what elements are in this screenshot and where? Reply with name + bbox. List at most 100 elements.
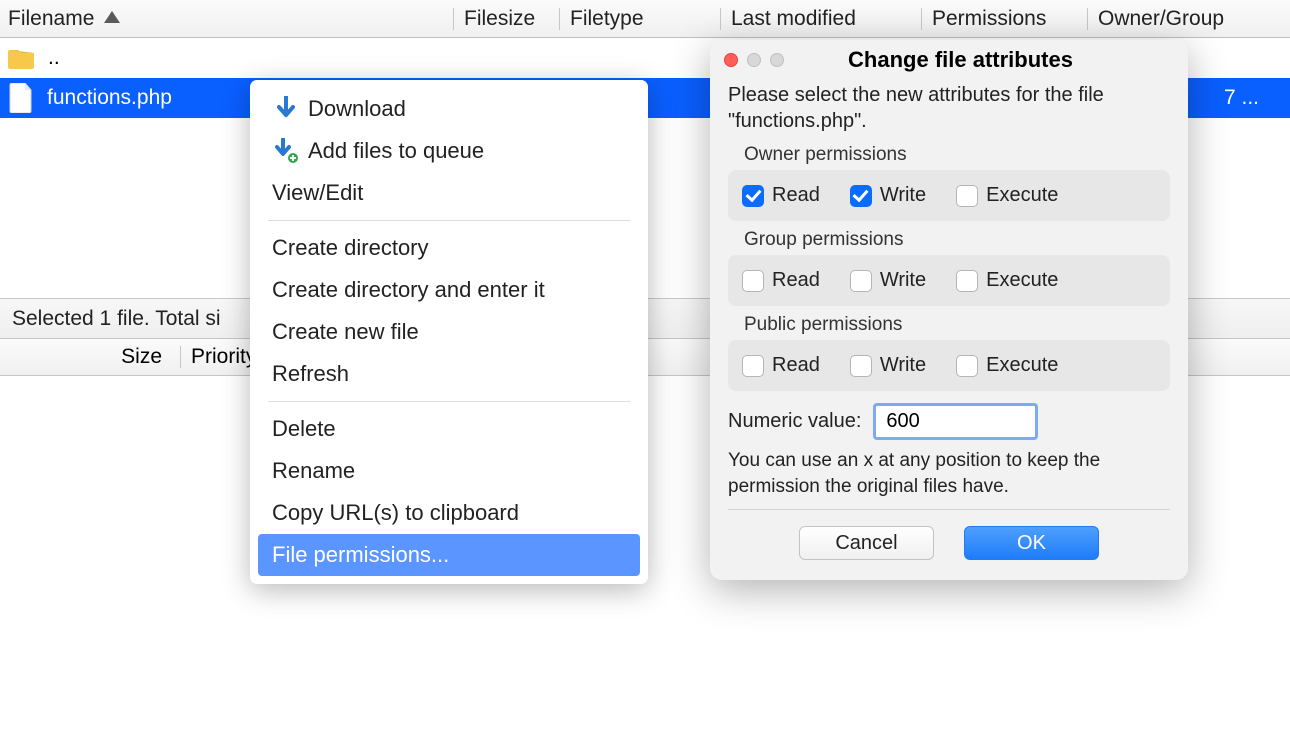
file-icon	[9, 83, 33, 113]
col-queue-size-label: Size	[121, 345, 162, 368]
menu-delete-label: Delete	[272, 416, 336, 442]
menu-create-file[interactable]: Create new file	[258, 311, 640, 353]
menu-refresh-label: Refresh	[272, 361, 349, 387]
download-arrow-icon	[272, 96, 300, 122]
file-attributes-dialog: Change file attributes Please select the…	[710, 40, 1188, 580]
public-permissions-label: Public permissions	[744, 314, 1170, 336]
menu-create-file-label: Create new file	[272, 319, 419, 345]
checkbox-label: Execute	[986, 354, 1058, 377]
file-row-owner: 7 ...	[1224, 86, 1289, 110]
public-write-checkbox[interactable]: Write	[850, 354, 926, 377]
checkbox-icon	[956, 185, 978, 207]
col-permissions[interactable]: Permissions	[932, 7, 1077, 31]
ok-button[interactable]: OK	[964, 526, 1099, 560]
menu-create-dir-label: Create directory	[272, 235, 429, 261]
public-read-checkbox[interactable]: Read	[742, 354, 820, 377]
dialog-separator	[728, 509, 1170, 510]
menu-copy-url-label: Copy URL(s) to clipboard	[272, 500, 519, 526]
col-filename-label: Filename	[8, 7, 94, 31]
public-permissions-group: Read Write Execute	[728, 340, 1170, 391]
menu-create-dir[interactable]: Create directory	[258, 227, 640, 269]
public-execute-checkbox[interactable]: Execute	[956, 354, 1058, 377]
col-permissions-label: Permissions	[932, 7, 1046, 31]
close-icon[interactable]	[724, 53, 738, 67]
checkbox-icon	[850, 355, 872, 377]
checkbox-icon	[956, 270, 978, 292]
checkbox-label: Write	[880, 269, 926, 292]
folder-icon	[8, 46, 36, 70]
col-sep	[1087, 8, 1088, 30]
menu-refresh[interactable]: Refresh	[258, 353, 640, 395]
menu-delete[interactable]: Delete	[258, 408, 640, 450]
context-menu: Download Add files to queue View/Edit Cr…	[250, 80, 648, 584]
status-text: Selected 1 file. Total si	[12, 307, 221, 331]
dialog-titlebar: Change file attributes	[710, 40, 1188, 80]
col-queue-priority-label: Priority	[191, 345, 256, 368]
sort-asc-icon	[104, 10, 120, 28]
col-sep	[180, 346, 181, 368]
col-lastmodified-label: Last modified	[731, 7, 856, 31]
menu-file-permissions-label: File permissions...	[272, 542, 449, 568]
checkbox-icon	[742, 355, 764, 377]
dialog-lead-text: Please select the new attributes for the…	[728, 82, 1170, 134]
numeric-value-input[interactable]	[873, 403, 1038, 440]
col-filetype[interactable]: Filetype	[570, 7, 710, 31]
cancel-button[interactable]: Cancel	[799, 526, 934, 560]
menu-rename[interactable]: Rename	[258, 450, 640, 492]
col-queue-priority[interactable]: Priority	[191, 345, 256, 369]
menu-copy-url[interactable]: Copy URL(s) to clipboard	[258, 492, 640, 534]
checkbox-label: Write	[880, 184, 926, 207]
col-sep	[720, 8, 721, 30]
dialog-title: Change file attributes	[747, 47, 1174, 73]
group-execute-checkbox[interactable]: Execute	[956, 269, 1058, 292]
menu-download[interactable]: Download	[258, 88, 640, 130]
checkbox-label: Read	[772, 269, 820, 292]
checkbox-label: Execute	[986, 184, 1058, 207]
col-ownergroup-label: Owner/Group	[1098, 7, 1224, 31]
checkbox-icon	[850, 270, 872, 292]
menu-sep	[268, 401, 630, 402]
checkbox-icon	[956, 355, 978, 377]
group-read-checkbox[interactable]: Read	[742, 269, 820, 292]
download-plus-icon	[272, 138, 300, 164]
owner-read-checkbox[interactable]: Read	[742, 184, 820, 207]
checkbox-label: Read	[772, 184, 820, 207]
checkbox-label: Write	[880, 354, 926, 377]
menu-rename-label: Rename	[272, 458, 355, 484]
checkbox-icon	[742, 270, 764, 292]
checkbox-label: Read	[772, 354, 820, 377]
col-sep	[559, 8, 560, 30]
checkbox-label: Execute	[986, 269, 1058, 292]
menu-download-label: Download	[308, 96, 406, 122]
menu-create-dir-enter-label: Create directory and enter it	[272, 277, 545, 303]
col-ownergroup[interactable]: Owner/Group	[1098, 7, 1290, 31]
checkbox-icon	[742, 185, 764, 207]
dialog-note: You can use an x at any position to keep…	[728, 448, 1170, 499]
owner-execute-checkbox[interactable]: Execute	[956, 184, 1058, 207]
menu-create-dir-enter[interactable]: Create directory and enter it	[258, 269, 640, 311]
col-filesize[interactable]: Filesize	[464, 7, 549, 31]
file-list-header: Filename Filesize Filetype Last modified…	[0, 0, 1290, 38]
col-sep	[453, 8, 454, 30]
col-sep	[921, 8, 922, 30]
ok-button-label: OK	[1017, 532, 1046, 555]
parent-dir-label: ..	[48, 46, 60, 70]
col-queue-size[interactable]: Size	[10, 345, 170, 369]
owner-permissions-label: Owner permissions	[744, 144, 1170, 166]
menu-sep	[268, 220, 630, 221]
owner-permissions-group: Read Write Execute	[728, 170, 1170, 221]
cancel-button-label: Cancel	[835, 532, 897, 555]
menu-view-edit[interactable]: View/Edit	[258, 172, 640, 214]
menu-add-queue[interactable]: Add files to queue	[258, 130, 640, 172]
col-filesize-label: Filesize	[464, 7, 535, 31]
group-permissions-label: Group permissions	[744, 229, 1170, 251]
checkbox-icon	[850, 185, 872, 207]
col-lastmodified[interactable]: Last modified	[731, 7, 911, 31]
col-filetype-label: Filetype	[570, 7, 644, 31]
group-write-checkbox[interactable]: Write	[850, 269, 926, 292]
file-row-name: functions.php	[47, 86, 172, 110]
col-filename[interactable]: Filename	[8, 7, 443, 31]
menu-file-permissions[interactable]: File permissions...	[258, 534, 640, 576]
numeric-value-label: Numeric value:	[728, 410, 861, 433]
owner-write-checkbox[interactable]: Write	[850, 184, 926, 207]
